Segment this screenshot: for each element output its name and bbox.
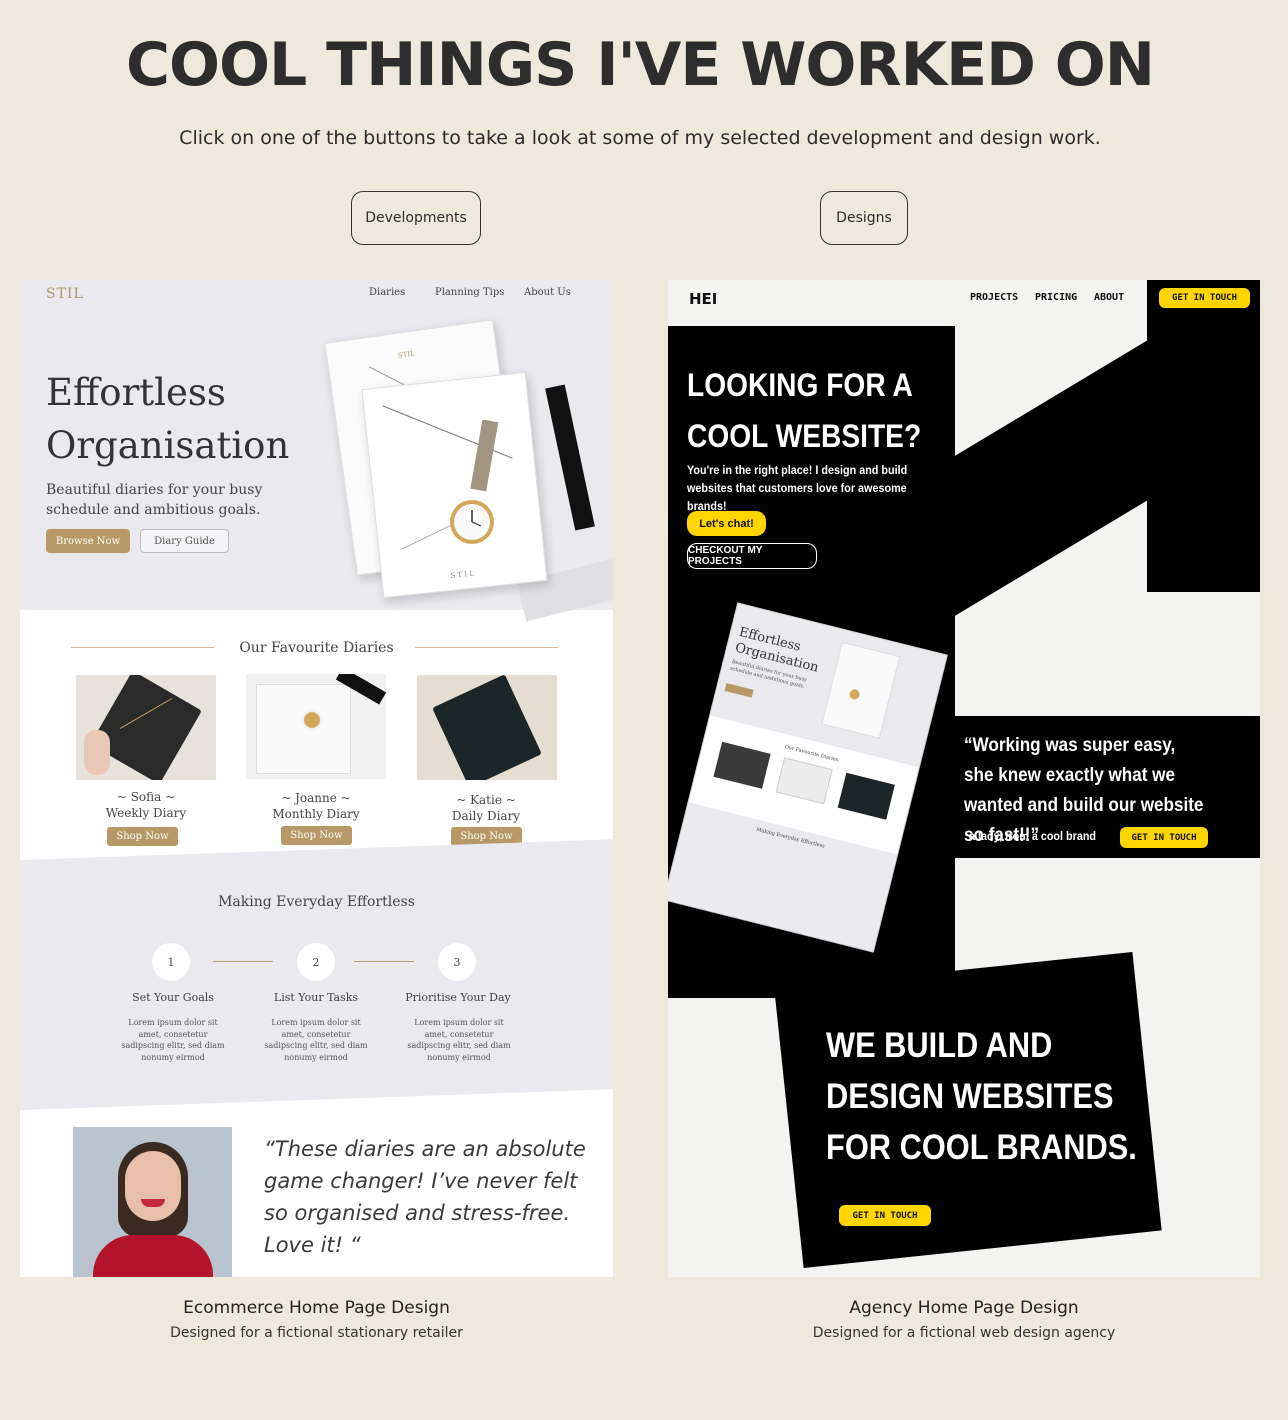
testimonial-quote: “These diaries are an absolute game chan… bbox=[264, 1137, 586, 1257]
step-number: 2 bbox=[297, 943, 335, 981]
shop-now-button-joanne[interactable]: Shop Now bbox=[281, 826, 352, 845]
stil-nav-diaries[interactable]: Diaries bbox=[369, 287, 405, 298]
hei-testimonial-author: a lady, from a cool brand bbox=[969, 829, 1097, 843]
stil-nav-about-us[interactable]: About Us bbox=[524, 287, 571, 298]
developments-button[interactable]: Developments bbox=[351, 191, 481, 245]
notebook-brand: STIL bbox=[397, 349, 416, 360]
page-subtitle: Click on one of the buttons to take a lo… bbox=[179, 127, 1101, 149]
step-number: 3 bbox=[438, 943, 476, 981]
designs-button[interactable]: Designs bbox=[820, 191, 908, 245]
product-image-sofia[interactable] bbox=[76, 675, 216, 780]
watch-icon bbox=[450, 420, 499, 544]
browse-now-button[interactable]: Browse Now bbox=[46, 529, 130, 553]
step-title: List Your Tasks bbox=[273, 991, 359, 1004]
stil-hero-title: Effortless Organisation bbox=[46, 371, 290, 467]
get-in-touch-bottom-button[interactable]: GET IN TOUCH bbox=[839, 1205, 931, 1226]
step-title: Set Your Goals bbox=[132, 991, 214, 1004]
page-title: COOL THINGS I'VE WORKED ON bbox=[126, 30, 1155, 100]
hei-shape bbox=[948, 340, 1148, 620]
steps-title: Making Everyday Effortless bbox=[218, 894, 415, 910]
stil-hero-tagline: Beautiful diaries for your busy schedule… bbox=[46, 482, 263, 518]
ruler bbox=[545, 384, 595, 531]
lets-chat-button[interactable]: Let's chat! bbox=[687, 511, 766, 536]
hei-nav-pricing[interactable]: PRICING bbox=[1035, 292, 1077, 303]
product-name-joanne: ~ Joanne ~ Monthly Diary bbox=[272, 791, 360, 821]
testimonial-avatar bbox=[73, 1127, 232, 1277]
hei-logo[interactable]: HEI bbox=[689, 290, 717, 308]
product-image-joanne[interactable] bbox=[246, 674, 386, 779]
step-number: 1 bbox=[152, 943, 190, 981]
project-card-agency[interactable]: HEI PROJECTS PRICING ABOUT GET IN TOUCH … bbox=[668, 280, 1260, 1277]
step-connector bbox=[213, 961, 273, 962]
step-body: Lorem ipsum dolor sit amet, consetetur s… bbox=[264, 1018, 368, 1062]
get-in-touch-testimonial-button[interactable]: GET IN TOUCH bbox=[1120, 827, 1208, 848]
project-description-ecommerce: Designed for a fictional stationary reta… bbox=[170, 1325, 463, 1341]
stil-nav-planning-tips[interactable]: Planning Tips bbox=[435, 287, 504, 298]
project-title-agency: Agency Home Page Design bbox=[849, 1298, 1079, 1318]
step-connector bbox=[354, 961, 414, 962]
step-title: Prioritise Your Day bbox=[405, 991, 511, 1004]
hei-nav-projects[interactable]: PROJECTS bbox=[970, 292, 1018, 303]
stil-logo[interactable]: STIL bbox=[46, 286, 84, 302]
step-body: Lorem ipsum dolor sit amet, consetetur s… bbox=[407, 1018, 511, 1062]
favourites-title: Our Favourite Diaries bbox=[239, 640, 394, 656]
product-image-katie[interactable] bbox=[417, 675, 557, 780]
project-title-ecommerce: Ecommerce Home Page Design bbox=[183, 1298, 450, 1318]
hei-tagline: WE BUILD AND DESIGN WEBSITES FOR COOL BR… bbox=[826, 1026, 1137, 1167]
hei-nav-about[interactable]: ABOUT bbox=[1094, 292, 1124, 303]
hei-hero-lead: You're in the right place! I design and … bbox=[687, 463, 908, 513]
get-in-touch-nav-button[interactable]: GET IN TOUCH bbox=[1159, 288, 1250, 308]
divider bbox=[415, 647, 558, 648]
project-description-agency: Designed for a fictional web design agen… bbox=[812, 1325, 1116, 1341]
stil-hero: STIL S T I L STIL Diaries Planning Tips … bbox=[20, 280, 613, 622]
hei-hero-title: LOOKING FOR A COOL WEBSITE? bbox=[687, 367, 922, 454]
step-body: Lorem ipsum dolor sit amet, consetetur s… bbox=[121, 1018, 225, 1062]
checkout-projects-button[interactable]: CHECKOUT MY PROJECTS bbox=[687, 543, 817, 569]
project-card-ecommerce[interactable]: STIL S T I L STIL Diaries Planning Tips … bbox=[20, 280, 613, 1277]
product-name-sofia: ~ Sofia ~ Weekly Diary bbox=[105, 790, 187, 820]
shop-now-button-sofia[interactable]: Shop Now bbox=[107, 827, 178, 846]
product-name-katie: ~ Katie ~ Daily Diary bbox=[451, 793, 521, 823]
diary-guide-button[interactable]: Diary Guide bbox=[140, 529, 229, 553]
